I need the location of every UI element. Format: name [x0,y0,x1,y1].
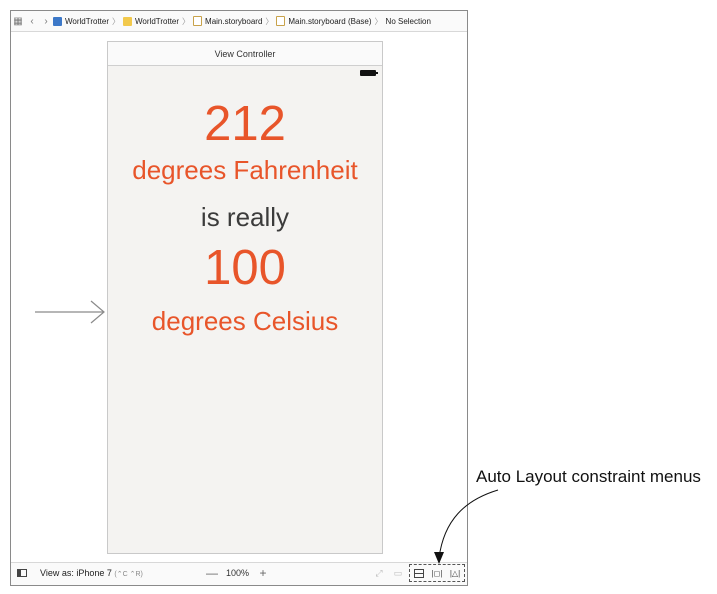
connector-label[interactable]: is really [108,202,382,232]
embed-stack-icon[interactable]: ▭ [391,566,405,580]
storyboard-canvas[interactable]: View Controller 212 degrees Fahrenheit i… [11,32,467,563]
breadcrumb-label: No Selection [385,16,431,26]
chevron-right-icon: 〉 [182,16,191,26]
zoom-in-button[interactable]: + [255,566,271,580]
zoom-out-button[interactable]: — [204,566,220,580]
chevron-right-icon: 〉 [265,16,274,26]
fahrenheit-value-label[interactable]: 212 [108,98,382,150]
zoom-controls: — 100% + [204,566,271,580]
breadcrumb-label: Main.storyboard (Base) [288,16,372,26]
jump-bar: ▦ ‹ › WorldTrotter 〉 WorldTrotter 〉 Main… [11,11,467,32]
celsius-value-label[interactable]: 100 [108,242,382,294]
canvas-bottom-bar: View as: iPhone 7 (⌃C ⌃R) — 100% + ⤢ ▭ |… [11,562,467,585]
entry-point-arrow-icon[interactable] [35,298,107,326]
breadcrumb-folder[interactable]: WorldTrotter 〉 [123,16,193,27]
storyboard-file-icon [193,16,203,26]
scene-title[interactable]: View Controller [108,42,382,66]
battery-icon [360,70,378,76]
add-constraints-icon[interactable]: |◻| [431,568,443,579]
update-frames-icon[interactable]: ⤢ [372,566,386,580]
canvas-tools: ⤢ ▭ [372,566,410,580]
view-as-shortcut: (⌃C ⌃R) [114,571,143,578]
callout-arrow-icon [434,489,499,564]
storyboard-file-icon [276,16,286,26]
related-items-icon[interactable]: ▦ [11,11,25,31]
breadcrumb-selection[interactable]: No Selection [386,17,431,26]
breadcrumb-storyboard[interactable]: Main.storyboard 〉 [193,16,276,27]
view-as-button[interactable]: View as: iPhone 7 (⌃C ⌃R) [40,568,143,578]
back-chevron-icon[interactable]: ‹ [25,11,39,31]
view-as-label: View as: iPhone 7 [40,568,112,578]
chevron-right-icon: 〉 [374,16,383,26]
breadcrumb-project[interactable]: WorldTrotter 〉 [53,16,123,27]
forward-chevron-icon[interactable]: › [39,11,53,31]
view-controller-scene[interactable]: View Controller 212 degrees Fahrenheit i… [107,41,383,554]
align-menu-icon[interactable] [413,568,425,579]
breadcrumb-storyboard-base[interactable]: Main.storyboard (Base) 〉 [276,16,385,27]
breadcrumb-label: WorldTrotter [135,16,180,26]
breadcrumb-label: Main.storyboard [205,16,263,26]
breadcrumb-label: WorldTrotter [65,16,110,26]
fahrenheit-unit-label[interactable]: degrees Fahrenheit [108,155,382,185]
resolve-issues-icon[interactable]: |△| [449,568,461,579]
chevron-right-icon: 〉 [112,16,121,26]
celsius-unit-label[interactable]: degrees Celsius [108,306,382,336]
auto-layout-menus: |◻| |△| [409,564,465,582]
interface-builder-window: ▦ ‹ › WorldTrotter 〉 WorldTrotter 〉 Main… [10,10,468,586]
callout-label: Auto Layout constraint menus [476,467,701,486]
project-icon [53,16,62,26]
folder-icon [123,16,133,26]
zoom-level: 100% [226,568,250,578]
document-outline-toggle-icon[interactable] [17,569,27,577]
